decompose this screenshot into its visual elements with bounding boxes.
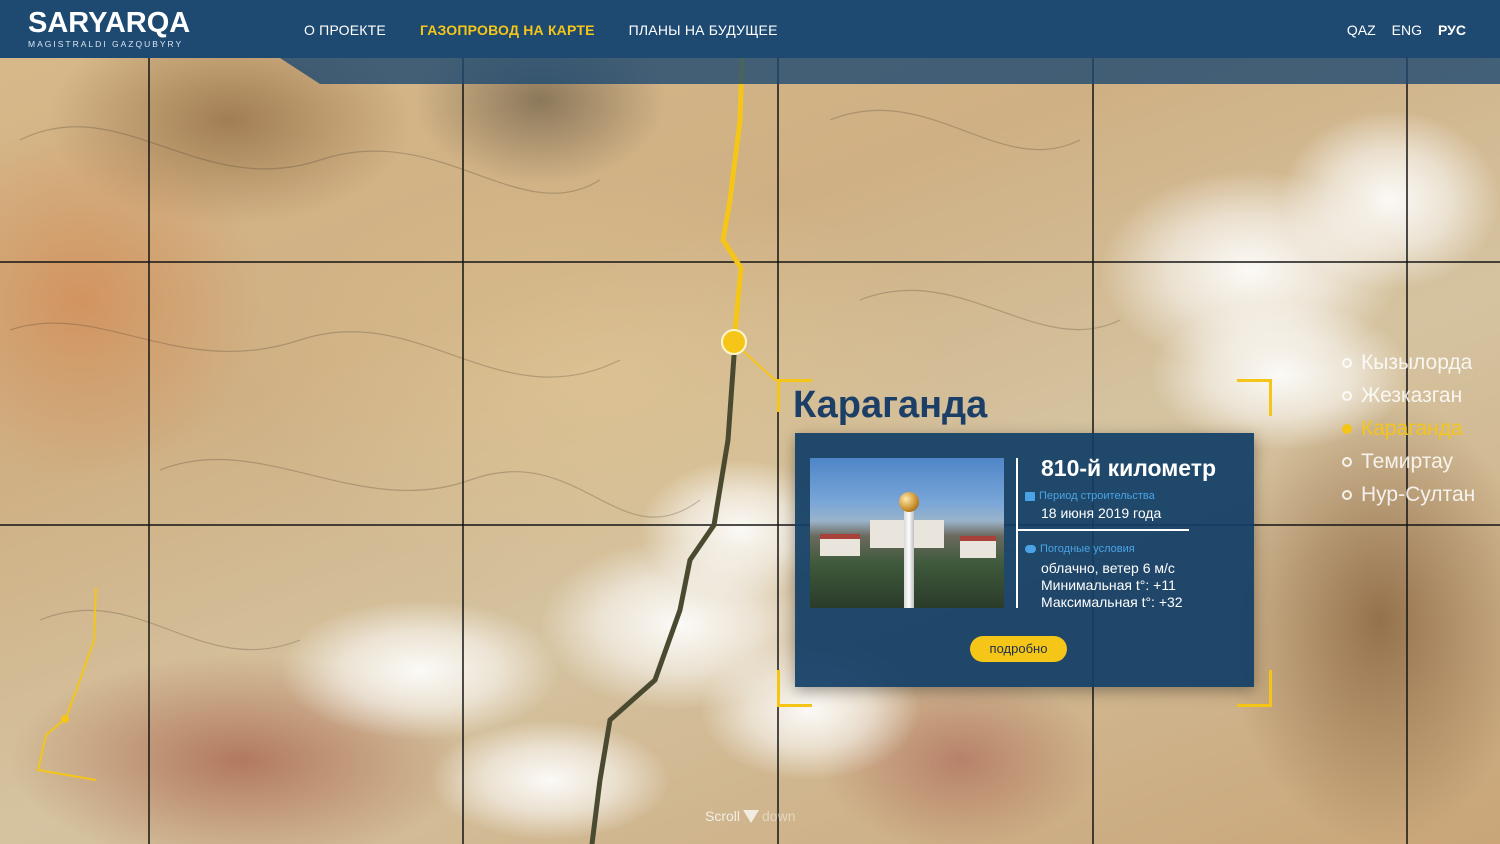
lang-rus[interactable]: РУС (1438, 22, 1466, 38)
construction-date: 18 июня 2019 года (1041, 505, 1162, 521)
info-card: 810-й километр Период строительства 18 и… (795, 433, 1254, 687)
city-list-item-kyzylorda[interactable]: Кызылорда (1342, 346, 1475, 379)
nav-item-map[interactable]: ГАЗОПРОВОД НА КАРТЕ (420, 22, 595, 38)
down-label: down (762, 808, 796, 824)
minimap-route (36, 587, 97, 781)
min-temperature: Минимальная t°: +11 (1041, 577, 1176, 593)
scroll-hint[interactable]: Scroll down (705, 808, 795, 824)
logo-subtitle: MAGISTRALDI GAZQUBYRY (28, 39, 184, 49)
radio-dot-icon (1342, 489, 1352, 500)
monument-tower (904, 502, 914, 608)
header-wedge (0, 58, 1500, 84)
monument-globe (899, 492, 919, 512)
pipeline-planned (589, 339, 738, 844)
main-nav: О ПРОЕКТЕ ГАЗОПРОВОД НА КАРТЕ ПЛАНЫ НА Б… (304, 22, 778, 38)
radio-dot-icon (1342, 357, 1352, 368)
city-list-item-temirtau[interactable]: Темиртау (1342, 445, 1475, 478)
card-divider (1016, 458, 1018, 608)
kilometer-title: 810-й километр (1041, 455, 1217, 481)
weather-description: облачно, ветер 6 м/с (1041, 560, 1175, 576)
calendar-icon (1025, 491, 1035, 501)
construction-period-label: Период строительства (1025, 490, 1155, 502)
city-list: Кызылорда Жезказган Караганда Темиртау Н… (1342, 346, 1475, 511)
label-connector (741, 349, 808, 381)
nav-item-plans[interactable]: ПЛАНЫ НА БУДУЩЕЕ (629, 22, 778, 38)
nav-item-about[interactable]: О ПРОЕКТЕ (304, 22, 386, 38)
frame-corner (777, 379, 812, 412)
pipeline-built (720, 55, 745, 345)
location-marker[interactable] (721, 329, 747, 355)
card-divider-horizontal (1017, 529, 1189, 531)
arrow-down-icon (743, 809, 760, 823)
max-temperature: Максимальная t°: +32 (1041, 594, 1183, 610)
logo[interactable]: SARYARQA MAGISTRALDI GAZQUBYRY (28, 8, 190, 49)
lang-qaz[interactable]: QAZ (1347, 22, 1376, 38)
details-button[interactable]: подробно (970, 636, 1067, 662)
weather-label: Погодные условия (1025, 543, 1135, 555)
frame-corner (1237, 379, 1272, 416)
scroll-label: Scroll (705, 808, 741, 824)
radio-dot-icon (1342, 390, 1352, 401)
city-list-item-karaganda[interactable]: Караганда (1342, 412, 1475, 445)
lang-eng[interactable]: ENG (1392, 22, 1422, 38)
city-list-item-zhezkazgan[interactable]: Жезказган (1342, 379, 1475, 412)
language-switcher: QAZ ENG РУС (1347, 22, 1466, 38)
pipeline-overlay (9, 55, 1221, 844)
radio-dot-icon (1342, 456, 1352, 467)
satellite-map[interactable] (0, 0, 1500, 844)
radio-dot-icon (1342, 423, 1352, 434)
site-header: SARYARQA MAGISTRALDI GAZQUBYRY О ПРОЕКТЕ… (0, 0, 1500, 84)
cloud-icon (1025, 545, 1036, 553)
city-list-item-nur-sultan[interactable]: Нур-Султан (1342, 478, 1475, 511)
logo-title: SARYARQA (28, 7, 191, 39)
city-title: Караганда (793, 384, 988, 426)
minimap-marker (61, 715, 69, 723)
city-photo (810, 458, 1004, 608)
